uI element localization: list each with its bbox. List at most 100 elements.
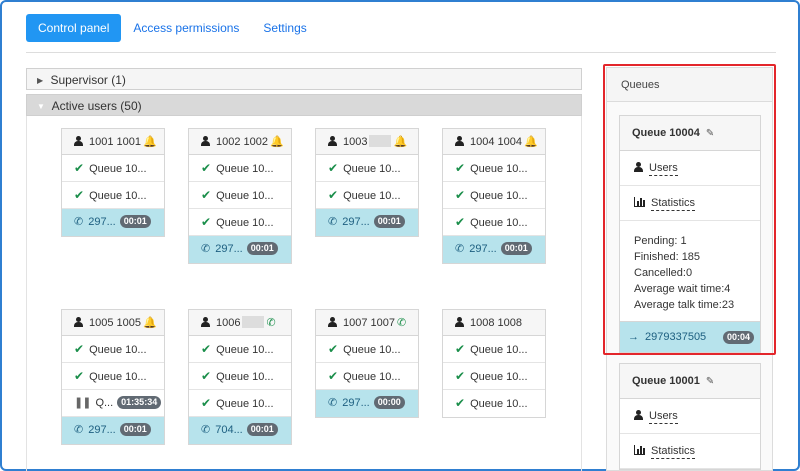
queue-row[interactable]: ✔ Queue 10...: [443, 209, 545, 236]
user-card-1001: 1001 1001 🔔 ✔ Queue 10... ✔ Queue 10... ✆ 29…: [61, 128, 165, 237]
user-icon: [328, 136, 337, 146]
queue-row[interactable]: ✔ Queue 10...: [443, 363, 545, 390]
check-icon: ✔: [201, 161, 212, 175]
user-card-1002: 1002 1002 🔔 ✔ Queue 10... ✔ Queue 10... ✔ Qu…: [188, 128, 292, 264]
phone-icon: ✆: [328, 216, 338, 228]
active-call-row[interactable]: ✆ 297... 00:01: [62, 209, 164, 236]
user-card-1003: 1003 🔔 ✔ Queue 10... ✔ Queue 10... ✆ 297... 0…: [315, 128, 419, 237]
user-icon: [74, 136, 83, 146]
queue-row[interactable]: ✔ Queue 10...: [443, 336, 545, 363]
phone-icon: ✆: [74, 216, 84, 228]
user-icon: [634, 410, 643, 420]
queue-name: Queue 10...: [216, 371, 274, 383]
queue-name: Queue 10...: [89, 163, 147, 175]
queue-name: Queue 10...: [89, 344, 147, 356]
queue-row[interactable]: ✔ Queue 10...: [316, 336, 418, 363]
active-users-accordion[interactable]: ▼ Active users (50): [26, 94, 582, 116]
user-card-header[interactable]: 1004 1004 🔔: [443, 129, 545, 155]
queue-row[interactable]: ✔ Queue 10...: [62, 336, 164, 363]
queue-name: Queue 10...: [470, 190, 528, 202]
paused-queue-row[interactable]: ❚❚ Q... 01:35:34: [62, 390, 164, 417]
call-timer-badge: 00:00: [373, 396, 405, 409]
user-icon: [74, 317, 83, 327]
pause-icon: ❚❚: [74, 397, 91, 409]
user-card-header[interactable]: 1003 🔔: [316, 129, 418, 155]
caller-number: 704...: [215, 424, 243, 436]
phone-icon: ✆: [455, 243, 465, 255]
user-card-header[interactable]: 1006 ✆: [189, 310, 291, 336]
call-timer-badge: 00:01: [119, 423, 151, 436]
main-tabs: Control panel Access permissions Setting…: [26, 14, 319, 42]
active-call-row[interactable]: ✆ 297... 00:01: [62, 417, 164, 444]
queue-row[interactable]: ✔ Queue 10...: [316, 182, 418, 209]
queue-row[interactable]: ✔ Queue 10...: [443, 155, 545, 182]
active-call-row[interactable]: ✆ 297... 00:01: [189, 236, 291, 263]
check-icon: ✔: [328, 188, 339, 202]
phone-icon: ✆: [74, 424, 84, 436]
queue-row[interactable]: ✔ Queue 10...: [189, 390, 291, 417]
check-icon: ✔: [455, 396, 466, 410]
queue-name: Queue 10...: [470, 398, 528, 410]
caller-number: 297...: [215, 243, 243, 255]
queue-row[interactable]: ✔ Queue 10...: [62, 182, 164, 209]
queue-name: Queue 10...: [343, 344, 401, 356]
tab-control-panel[interactable]: Control panel: [26, 14, 122, 42]
user-name: 1001 1001: [89, 136, 141, 148]
user-name: 1007 1007: [343, 317, 395, 329]
user-card-header[interactable]: 1005 1005 🔔: [62, 310, 164, 336]
call-timer-badge: 00:01: [246, 423, 278, 436]
queue-row[interactable]: ✔ Queue 10...: [62, 155, 164, 182]
queue-row[interactable]: ✔ Queue 10...: [443, 390, 545, 417]
call-timer-badge: 00:01: [500, 242, 532, 255]
pause-timer-badge: 01:35:34: [117, 396, 162, 409]
user-icon: [201, 317, 210, 327]
queue-row[interactable]: ✔ Queue 10...: [189, 336, 291, 363]
caller-number: 297...: [88, 424, 116, 436]
caret-right-icon: ▶: [37, 76, 44, 85]
queue-users-link[interactable]: Users: [620, 399, 760, 434]
check-icon: ✔: [74, 161, 85, 175]
bell-icon: 🔔: [143, 317, 157, 329]
user-name: 1003: [343, 136, 368, 148]
phone-icon: ✆: [201, 424, 211, 436]
queue-row[interactable]: ✔ Queue 10...: [316, 363, 418, 390]
active-call-row[interactable]: ✆ 297... 00:01: [316, 209, 418, 236]
queue-name: Queue 10...: [470, 344, 528, 356]
user-card-header[interactable]: 1001 1001 🔔: [62, 129, 164, 155]
supervisor-label: Supervisor (1): [50, 73, 126, 87]
check-icon: ✔: [74, 188, 85, 202]
active-call-row[interactable]: ✆ 704... 00:01: [189, 417, 291, 444]
user-icon: [455, 317, 464, 327]
queue-name: Queue 10...: [470, 217, 528, 229]
user-name: 1006: [216, 317, 241, 329]
highlight-box: [603, 64, 776, 355]
active-call-row[interactable]: ✆ 297... 00:00: [316, 390, 418, 417]
user-card-header[interactable]: 1008 1008: [443, 310, 545, 336]
supervisor-accordion[interactable]: ▶ Supervisor (1): [26, 68, 582, 90]
call-timer-badge: 00:01: [373, 215, 405, 228]
user-card-header[interactable]: 1002 1002 🔔: [189, 129, 291, 155]
phone-icon: ✆: [266, 317, 276, 329]
queue-statistics-link[interactable]: Statistics: [620, 434, 760, 469]
caller-number: 297...: [469, 243, 497, 255]
check-icon: ✔: [201, 215, 212, 229]
queue-name: Queue 10...: [216, 344, 274, 356]
queue-row[interactable]: ✔ Queue 10...: [443, 182, 545, 209]
tab-settings[interactable]: Settings: [251, 14, 318, 42]
queue-name: Queue 10...: [216, 217, 274, 229]
queue-row[interactable]: ✔ Queue 10...: [189, 363, 291, 390]
pencil-icon[interactable]: ✎: [706, 376, 714, 387]
queue-name: Queue 10...: [343, 163, 401, 175]
queue-row[interactable]: ✔ Queue 10...: [189, 209, 291, 236]
queue-row[interactable]: ✔ Queue 10...: [189, 155, 291, 182]
tab-access-permissions[interactable]: Access permissions: [121, 14, 251, 42]
active-call-row[interactable]: ✆ 297... 00:01: [443, 236, 545, 263]
user-card-1007: 1007 1007 ✆ ✔ Queue 10... ✔ Queue 10... ✆ 29…: [315, 309, 419, 418]
user-card-1008: 1008 1008 ✔ Queue 10... ✔ Queue 10... ✔ Que…: [442, 309, 546, 418]
check-icon: ✔: [455, 215, 466, 229]
queue-row[interactable]: ✔ Queue 10...: [316, 155, 418, 182]
queue-card-header: Queue 10001 ✎: [620, 364, 760, 399]
queue-row[interactable]: ✔ Queue 10...: [189, 182, 291, 209]
queue-row[interactable]: ✔ Queue 10...: [62, 363, 164, 390]
user-card-header[interactable]: 1007 1007 ✆: [316, 310, 418, 336]
